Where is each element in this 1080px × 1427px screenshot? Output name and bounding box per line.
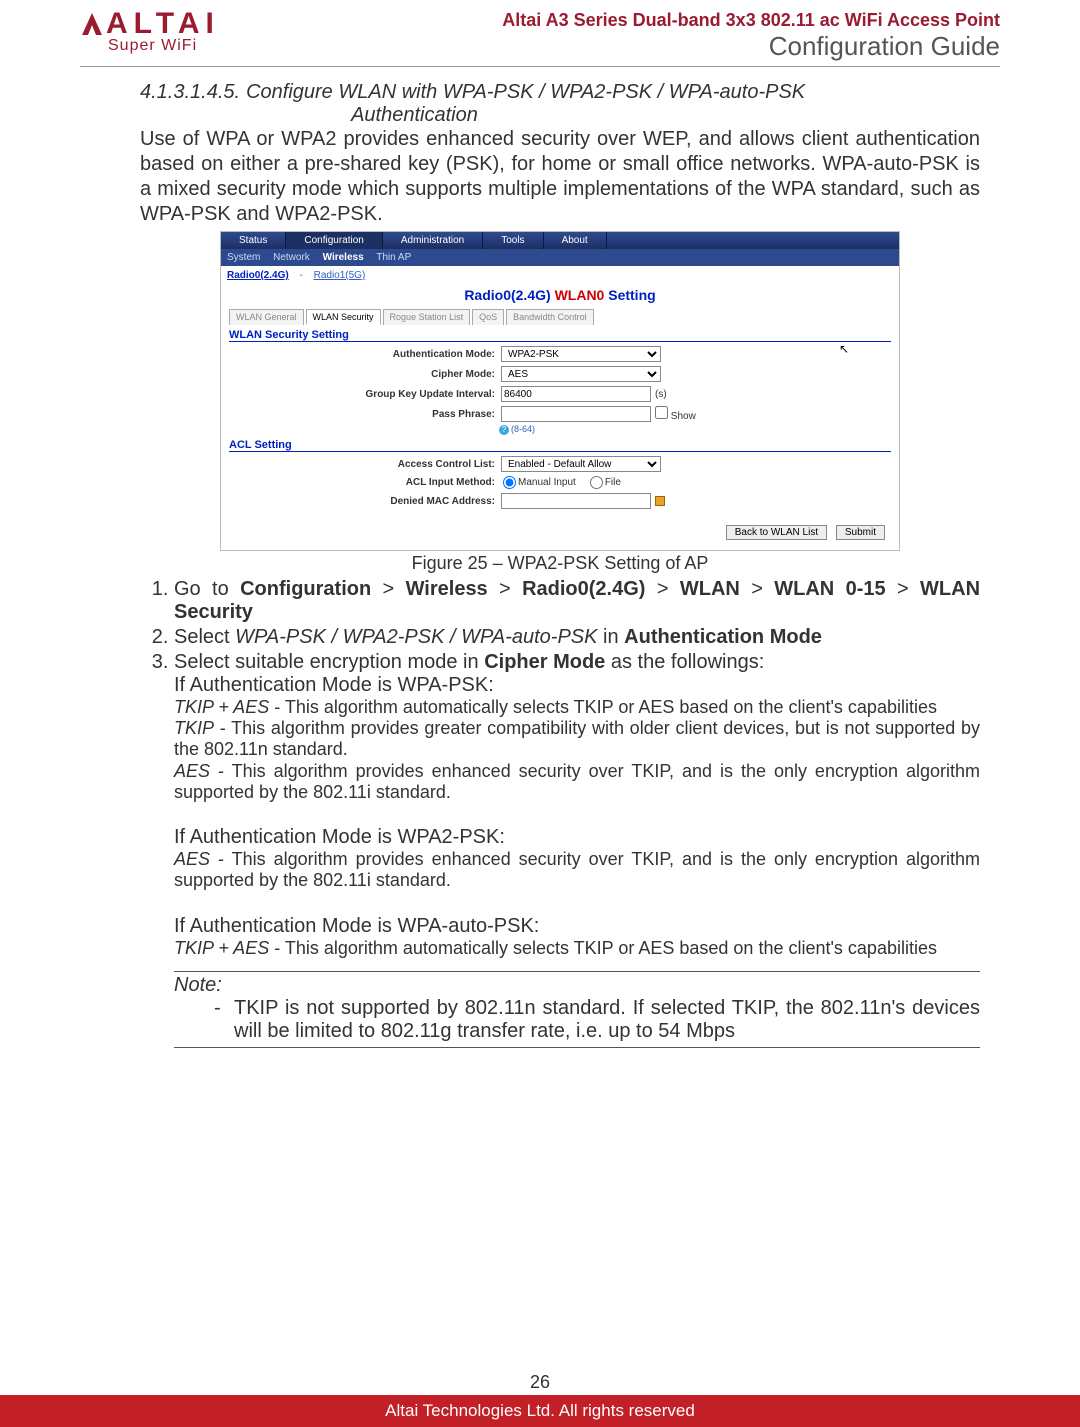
- acl-file-label: File: [605, 477, 621, 488]
- nav-tools[interactable]: Tools: [483, 232, 543, 249]
- radio1-link[interactable]: Radio1(5G): [314, 270, 366, 281]
- subnav-network[interactable]: Network: [273, 252, 310, 263]
- auth-mode-row: Authentication Mode: WPA2-PSK ↖: [221, 344, 899, 364]
- doc-product-name: Altai A3 Series Dual-band 3x3 802.11 ac …: [502, 10, 1000, 31]
- logo-text: ALTAI: [106, 10, 220, 37]
- add-icon[interactable]: [655, 496, 665, 506]
- page-number: 26: [0, 1372, 1080, 1395]
- section-heading: 4.1.3.1.4.5. Configure WLAN with WPA-PSK…: [140, 81, 980, 127]
- page-footer: 26 Altai Technologies Ltd. All rights re…: [0, 1372, 1080, 1427]
- page-header: ALTAI Super WiFi Altai A3 Series Dual-ba…: [80, 10, 1000, 67]
- wlan-tabs: WLAN General WLAN Security Rogue Station…: [221, 307, 899, 325]
- hint-icon: ?: [499, 425, 509, 435]
- passphrase-input[interactable]: [501, 406, 651, 422]
- section-number: 4.1.3.1.4.5.: [140, 81, 240, 127]
- figure-caption: Figure 25 – WPA2-PSK Setting of AP: [140, 553, 980, 574]
- show-checkbox[interactable]: [655, 406, 668, 419]
- subnav-system[interactable]: System: [227, 252, 260, 263]
- logo-triangle-icon: [80, 11, 104, 37]
- denied-mac-row: Denied MAC Address:: [221, 491, 899, 511]
- back-button[interactable]: Back to WLAN List: [726, 525, 827, 540]
- wpa2-psk-head: If Authentication Mode is WPA2-PSK:: [174, 826, 980, 849]
- tab-qos[interactable]: QoS: [472, 309, 504, 325]
- cipher-label: Cipher Mode:: [229, 369, 501, 380]
- subnav-thinap[interactable]: Thin AP: [376, 252, 411, 263]
- denied-mac-label: Denied MAC Address:: [229, 496, 501, 507]
- wpa-auto-head: If Authentication Mode is WPA-auto-PSK:: [174, 915, 980, 938]
- note-label: Note:: [174, 974, 980, 997]
- passphrase-row: Pass Phrase: Show: [221, 404, 899, 424]
- tab-rogue-station[interactable]: Rogue Station List: [383, 309, 471, 325]
- acl-manual-radio[interactable]: [503, 476, 516, 489]
- intro-paragraph: Use of WPA or WPA2 provides enhanced sec…: [140, 127, 980, 227]
- header-right: Altai A3 Series Dual-band 3x3 802.11 ac …: [502, 10, 1000, 62]
- panel-title: Radio0(2.4G) WLAN0 Setting: [221, 285, 899, 307]
- nav-configuration[interactable]: Configuration: [286, 232, 382, 249]
- config-screenshot: Status Configuration Administration Tool…: [220, 231, 900, 551]
- button-row: Back to WLAN List Submit: [221, 511, 899, 550]
- acl-list-select[interactable]: Enabled - Default Allow: [501, 456, 661, 472]
- footer-copyright: Altai Technologies Ltd. All rights reser…: [0, 1395, 1080, 1427]
- passphrase-hint: ?(8-64): [499, 424, 899, 435]
- doc-title: Configuration Guide: [502, 31, 1000, 62]
- submit-button[interactable]: Submit: [836, 525, 885, 540]
- logo-main: ALTAI: [80, 10, 220, 37]
- auth-mode-label: Authentication Mode:: [229, 349, 501, 360]
- note-item: - TKIP is not supported by 802.11n stand…: [174, 997, 980, 1043]
- steps-list: Go to Configuration > Wireless > Radio0(…: [140, 578, 980, 1048]
- nav-status[interactable]: Status: [221, 232, 286, 249]
- logo-subtitle: Super WiFi: [108, 37, 220, 55]
- top-nav: Status Configuration Administration Tool…: [221, 232, 899, 249]
- tab-bandwidth[interactable]: Bandwidth Control: [506, 309, 594, 325]
- tab-wlan-security[interactable]: WLAN Security: [306, 309, 381, 325]
- cursor-icon: ↖: [839, 342, 849, 356]
- step-1: Go to Configuration > Wireless > Radio0(…: [174, 578, 980, 624]
- note-text: TKIP is not supported by 802.11n standar…: [234, 997, 980, 1043]
- wlan-security-section-title: WLAN Security Setting: [229, 329, 891, 342]
- tab-wlan-general[interactable]: WLAN General: [229, 309, 304, 325]
- nav-administration[interactable]: Administration: [383, 232, 483, 249]
- acl-list-label: Access Control List:: [229, 459, 501, 470]
- acl-input-row: ACL Input Method: Manual Input File: [221, 474, 899, 491]
- nav-about[interactable]: About: [544, 232, 607, 249]
- gku-suffix: (s): [655, 389, 667, 400]
- radio-links: Radio0(2.4G) - Radio1(5G): [221, 266, 899, 285]
- note-block: Note: - TKIP is not supported by 802.11n…: [174, 971, 980, 1048]
- gku-label: Group Key Update Interval:: [229, 389, 501, 400]
- section-title-line1: Configure WLAN with WPA-PSK / WPA2-PSK /…: [246, 81, 805, 103]
- gku-row: Group Key Update Interval: (s): [221, 384, 899, 404]
- auth-mode-select[interactable]: WPA2-PSK: [501, 346, 661, 362]
- gku-input[interactable]: [501, 386, 651, 402]
- show-label: Show: [671, 411, 696, 422]
- passphrase-label: Pass Phrase:: [229, 409, 501, 420]
- cipher-row: Cipher Mode: AES: [221, 364, 899, 384]
- step-2: Select WPA-PSK / WPA2-PSK / WPA-auto-PSK…: [174, 626, 980, 649]
- acl-section-title: ACL Setting: [229, 439, 891, 452]
- step-3: Select suitable encryption mode in Ciphe…: [174, 651, 980, 1048]
- sub-nav: System Network Wireless Thin AP: [221, 249, 899, 266]
- subnav-wireless[interactable]: Wireless: [323, 252, 364, 263]
- logo: ALTAI Super WiFi: [80, 10, 220, 55]
- wpa-psk-head: If Authentication Mode is WPA-PSK:: [174, 674, 980, 697]
- cipher-select[interactable]: AES: [501, 366, 661, 382]
- radio0-link[interactable]: Radio0(2.4G): [227, 270, 289, 281]
- acl-manual-label: Manual Input: [518, 477, 576, 488]
- acl-list-row: Access Control List: Enabled - Default A…: [221, 454, 899, 474]
- acl-file-radio[interactable]: [590, 476, 603, 489]
- section-title-line2: Authentication: [351, 104, 980, 127]
- acl-input-label: ACL Input Method:: [229, 477, 501, 488]
- denied-mac-input[interactable]: [501, 493, 651, 509]
